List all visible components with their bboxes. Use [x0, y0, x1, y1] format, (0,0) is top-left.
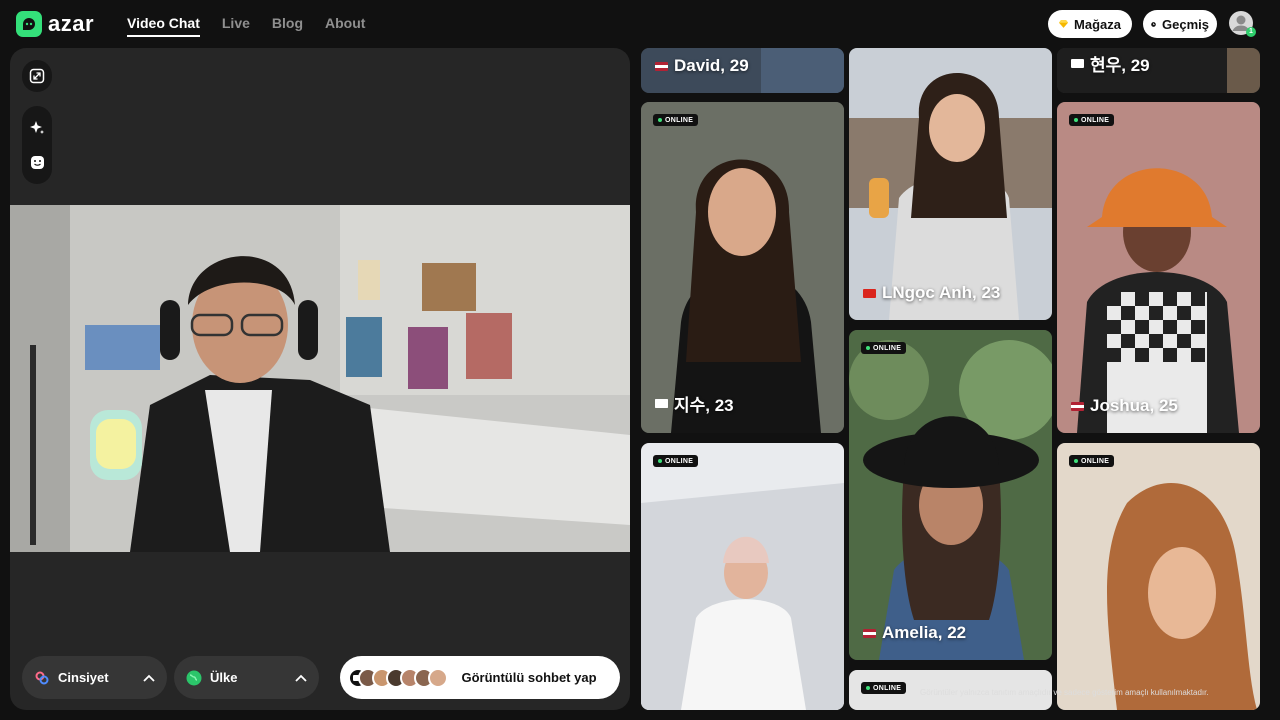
self-camera-preview: [10, 205, 630, 552]
gender-icon: [35, 671, 49, 684]
nav-live[interactable]: Live: [222, 15, 250, 37]
start-video-chat-button[interactable]: Görüntülü sohbet yap: [340, 656, 620, 699]
online-badge: ONLINE: [861, 682, 907, 694]
online-dot: [1074, 118, 1078, 122]
my-camera-panel: Cinsiyet Ülke Görüntülü sohbet yap: [10, 48, 630, 710]
profile-photo: [849, 330, 1052, 660]
online-badge: ONLINE: [861, 342, 907, 354]
sparkle-effects-icon[interactable]: [29, 120, 45, 136]
effects-toolbar: [22, 106, 52, 184]
country-filter-button[interactable]: Ülke: [174, 656, 319, 699]
nav-video-chat[interactable]: Video Chat: [127, 15, 200, 37]
expand-icon: [29, 68, 45, 84]
us-flag-icon: [655, 61, 668, 71]
online-badge: ONLINE: [653, 114, 699, 126]
profile-badge: 1: [1246, 27, 1256, 37]
profile-name: David, 29: [655, 56, 749, 76]
fullscreen-button[interactable]: [22, 60, 52, 92]
history-label: Geçmiş: [1162, 16, 1209, 32]
images-disclaimer: Görüntüler yalnızca tanıtım amaçlıdır ve…: [920, 688, 1209, 697]
online-dot: [866, 686, 870, 690]
start-video-chat-label: Görüntülü sohbet yap: [461, 670, 597, 685]
azar-logo-icon: [16, 11, 42, 37]
gender-filter-label: Cinsiyet: [58, 670, 109, 685]
gem-icon: [1059, 20, 1069, 28]
profile-card[interactable]: ONLINE 지수, 23: [641, 102, 844, 433]
online-dot: [866, 346, 870, 350]
profile-card[interactable]: 현우, 29: [1057, 48, 1260, 93]
history-button[interactable]: Geçmiş: [1143, 10, 1217, 38]
vn-flag-icon: [863, 288, 876, 298]
online-badge: ONLINE: [1069, 455, 1115, 467]
main-nav: Video Chat Live Blog About: [127, 15, 365, 37]
online-dot: [658, 459, 662, 463]
country-filter-label: Ülke: [210, 670, 238, 685]
profile-photo: [1057, 443, 1260, 710]
top-navigation-bar: azar Video Chat Live Blog About Mağaza G…: [0, 0, 1280, 48]
nav-about[interactable]: About: [325, 15, 365, 37]
us-flag-icon: [1071, 401, 1084, 411]
profile-card[interactable]: LNgọc Anh, 23: [849, 48, 1052, 320]
kr-flag-icon: [655, 399, 668, 408]
profile-photo: [1057, 102, 1260, 433]
chevron-up-icon: [143, 674, 155, 682]
profile-name: 지수, 23: [655, 391, 734, 416]
profile-card[interactable]: ONLINE Amelia, 22: [849, 330, 1052, 660]
profile-photo: [849, 48, 1052, 320]
nav-blog[interactable]: Blog: [272, 15, 303, 37]
profile-card[interactable]: ONLINE Joshua, 25: [1057, 102, 1260, 433]
profile-card[interactable]: ONLINE: [1057, 443, 1260, 710]
profile-photo: [641, 443, 844, 710]
profile-name: LNgọc Anh, 23: [863, 283, 1000, 303]
online-badge: ONLINE: [1069, 114, 1115, 126]
profile-avatar-button[interactable]: 1: [1229, 11, 1256, 37]
profile-name: Amelia, 22: [863, 623, 966, 643]
store-button[interactable]: Mağaza: [1048, 10, 1132, 38]
online-badge: ONLINE: [653, 455, 699, 467]
azar-logo[interactable]: azar: [16, 11, 94, 37]
profile-card[interactable]: ONLINE: [641, 443, 844, 710]
us-flag-icon: [863, 628, 876, 638]
face-mask-icon[interactable]: [30, 155, 45, 170]
globe-icon: [186, 670, 202, 685]
avatar: [428, 667, 448, 688]
profile-photo: [641, 102, 844, 433]
online-dot: [1074, 459, 1078, 463]
online-dot: [658, 118, 662, 122]
azar-logo-text: azar: [48, 11, 95, 36]
chevron-up-icon: [295, 674, 307, 682]
gender-filter-button[interactable]: Cinsiyet: [22, 656, 167, 699]
kr-flag-icon: [1071, 59, 1084, 68]
profile-name: 현우, 29: [1071, 51, 1150, 76]
profile-card[interactable]: David, 29: [641, 48, 844, 93]
user-avatar-stack: [358, 667, 448, 688]
store-label: Mağaza: [1074, 16, 1121, 32]
clock-icon: [1151, 21, 1156, 27]
profile-name: Joshua, 25: [1071, 396, 1178, 416]
webcam-video-feed: [10, 205, 630, 552]
